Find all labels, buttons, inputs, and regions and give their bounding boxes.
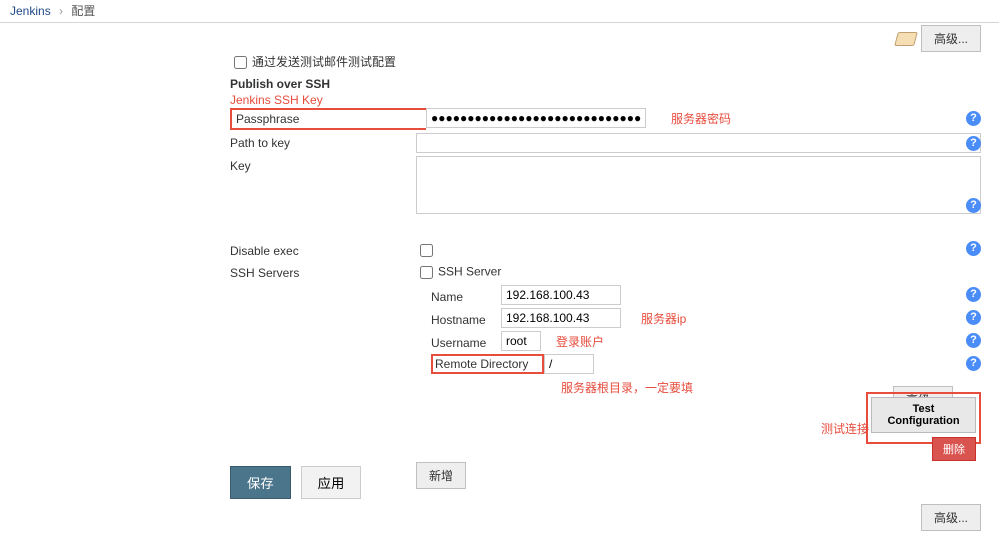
advanced-button-top[interactable]: 高级... [921, 25, 981, 52]
eraser-icon [894, 32, 918, 46]
username-note: 登录账户 [556, 333, 604, 350]
path-to-key-label: Path to key [230, 133, 416, 150]
mail-test-checkbox[interactable] [234, 56, 247, 69]
hostname-input[interactable] [501, 308, 621, 328]
help-icon[interactable]: ? [966, 198, 981, 213]
breadcrumb-page: 配置 [71, 4, 95, 18]
jenkins-ssh-key-title: Jenkins SSH Key [230, 93, 981, 107]
passphrase-input[interactable] [426, 108, 646, 128]
help-icon[interactable]: ? [966, 111, 981, 126]
breadcrumb-sep: › [59, 4, 63, 18]
name-input[interactable] [501, 285, 621, 305]
breadcrumb-root[interactable]: Jenkins [10, 4, 51, 18]
test-configuration-button[interactable]: Test Configuration [871, 397, 976, 433]
passphrase-note: 服务器密码 [671, 110, 731, 127]
mail-test-label: 通过发送测试邮件测试配置 [252, 53, 396, 70]
key-label: Key [230, 156, 416, 173]
breadcrumb: Jenkins › 配置 [0, 0, 999, 23]
help-icon[interactable]: ? [966, 333, 981, 348]
ssh-server-checkbox[interactable] [420, 266, 433, 279]
remote-dir-label: Remote Directory [431, 354, 544, 374]
hostname-label: Hostname [431, 310, 501, 327]
delete-button[interactable]: 删除 [932, 437, 976, 461]
help-icon[interactable]: ? [966, 310, 981, 325]
hostname-note: 服务器ip [641, 310, 686, 327]
add-button[interactable]: 新增 [416, 462, 466, 489]
ssh-server-label: SSH Server [438, 265, 501, 279]
name-label: Name [431, 287, 501, 304]
username-input[interactable] [501, 331, 541, 351]
path-to-key-input[interactable] [416, 133, 981, 153]
save-button[interactable]: 保存 [230, 466, 291, 499]
disable-exec-label: Disable exec [230, 241, 416, 258]
help-icon[interactable]: ? [966, 241, 981, 256]
username-label: Username [431, 333, 501, 350]
help-icon[interactable]: ? [966, 356, 981, 371]
ssh-servers-label: SSH Servers [230, 263, 416, 280]
publish-ssh-title: Publish over SSH [230, 77, 981, 91]
help-icon[interactable]: ? [966, 136, 981, 151]
test-note: 测试连接 [821, 420, 869, 437]
passphrase-label: Passphrase [230, 108, 426, 130]
advanced-button-bottom[interactable]: 高级... [921, 504, 981, 531]
apply-button[interactable]: 应用 [301, 466, 362, 499]
key-textarea[interactable] [416, 156, 981, 214]
disable-exec-checkbox[interactable] [420, 244, 433, 257]
help-icon[interactable]: ? [966, 287, 981, 302]
remote-dir-input[interactable] [544, 354, 594, 374]
